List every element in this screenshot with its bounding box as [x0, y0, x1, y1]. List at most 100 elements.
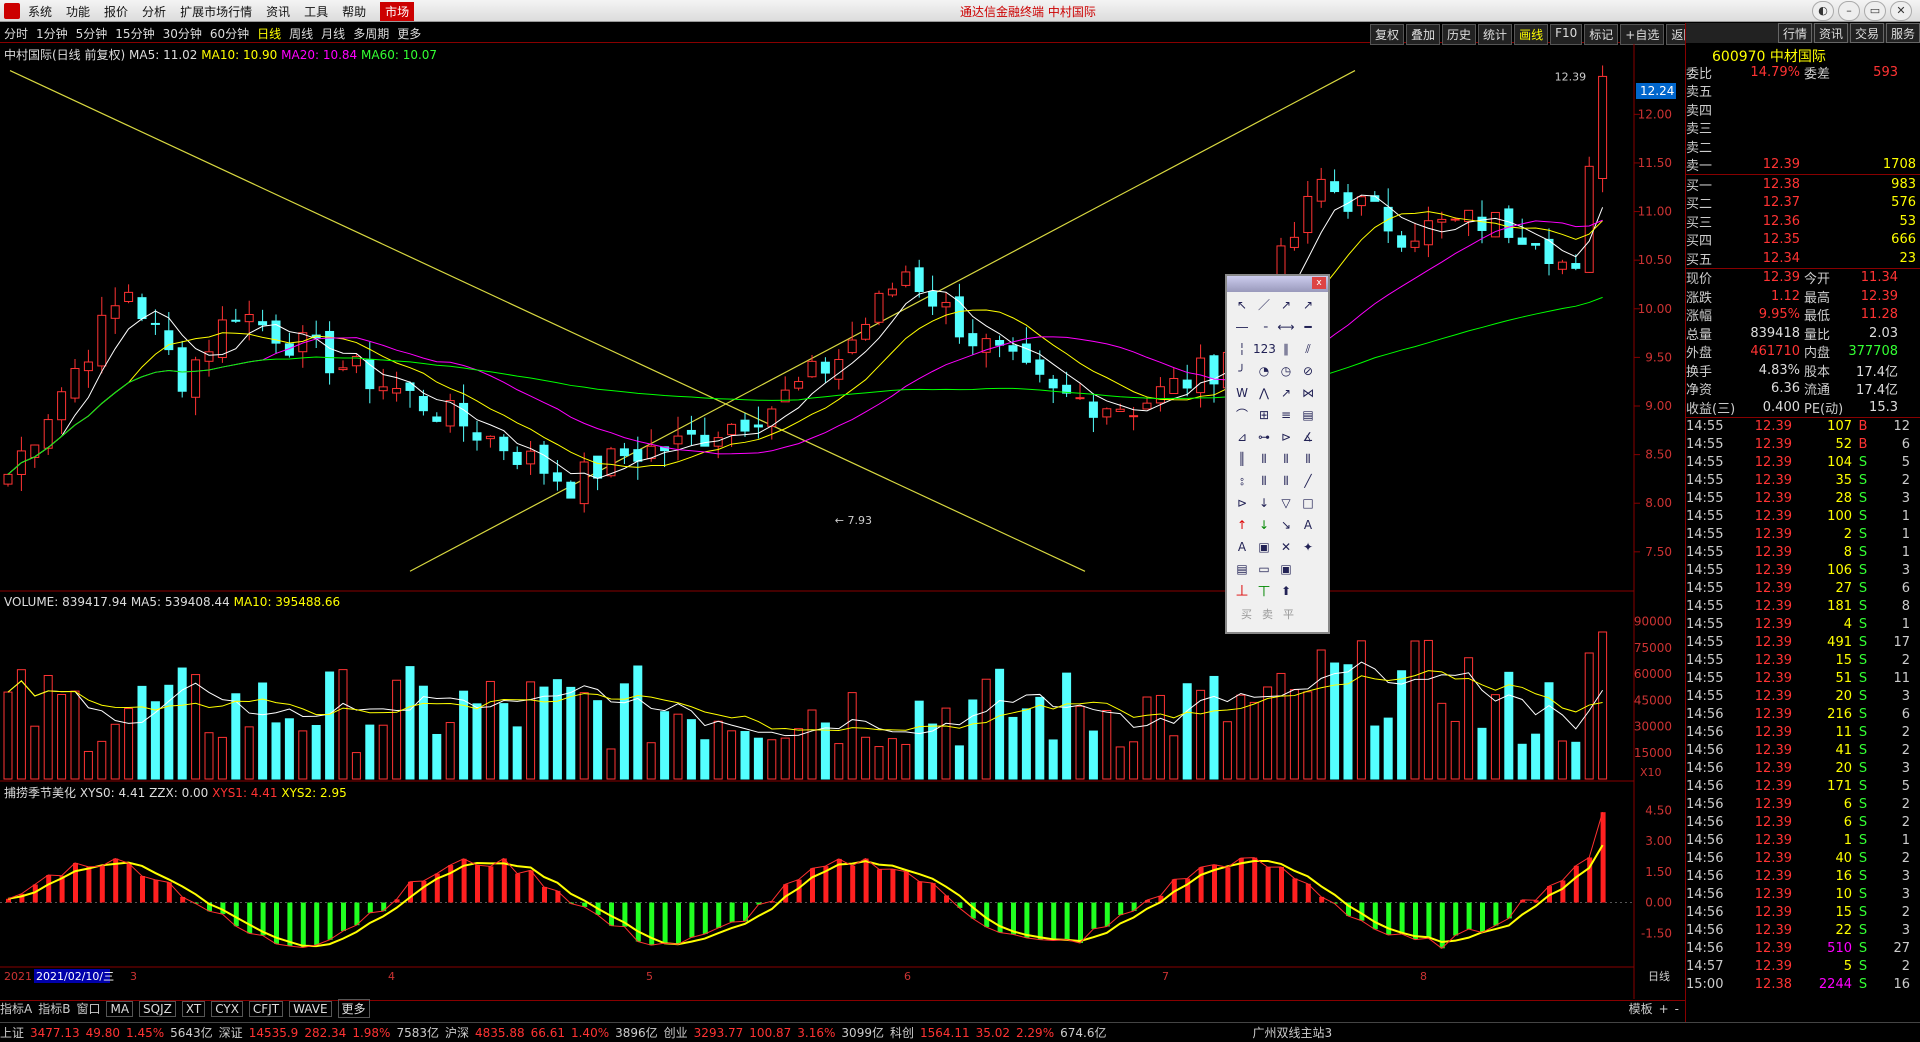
bulb-icon[interactable]: ✦ — [1297, 536, 1319, 558]
tool-button-3[interactable]: 统计 — [1478, 24, 1513, 45]
slope-icon[interactable]: ╱ — [1297, 470, 1319, 492]
mountain-icon[interactable]: ⌒ — [1231, 404, 1253, 426]
sidebar-tab-0[interactable]: 行情 — [1777, 23, 1812, 43]
vline-icon[interactable]: ╎ — [1231, 338, 1253, 360]
downarrow-icon[interactable]: ↓ — [1253, 492, 1275, 514]
flag-icon[interactable]: ⬆ — [1275, 580, 1297, 602]
zigzag-icon[interactable]: ⋀ — [1253, 382, 1275, 404]
period-tab-1[interactable]: 1分钟 — [36, 25, 68, 42]
restore-icon[interactable]: ▭ — [1864, 1, 1886, 21]
trend-icon[interactable]: ↗ — [1275, 382, 1297, 404]
cursor-icon[interactable]: ↖ — [1231, 294, 1253, 316]
period-tab-2[interactable]: 5分钟 — [76, 25, 108, 42]
fanline-icon[interactable]: ⊶ — [1253, 426, 1275, 448]
wave123-icon[interactable]: 123 — [1253, 338, 1276, 360]
menu-info[interactable]: 资讯 — [266, 3, 290, 20]
tool-button-2[interactable]: 历史 — [1442, 24, 1477, 45]
gann-icon[interactable]: ▤ — [1297, 404, 1319, 426]
tool-button-4[interactable]: 画线 — [1514, 24, 1549, 45]
template-button-0[interactable]: 模板 — [1629, 1000, 1653, 1017]
channel-icon[interactable]: ⫽ — [1297, 338, 1319, 360]
fib-icon[interactable]: ≡ — [1275, 404, 1297, 426]
indicator-tab-8[interactable]: WAVE — [289, 1000, 332, 1017]
sector-icon[interactable]: ⊘ — [1297, 360, 1319, 382]
fan2-icon[interactable]: ⊳ — [1231, 492, 1253, 514]
minimize-icon[interactable]: – — [1838, 1, 1860, 21]
template-button-2[interactable]: - — [1675, 1002, 1679, 1016]
w-icon[interactable]: W — [1231, 382, 1253, 404]
arc-icon[interactable]: ╯ — [1231, 360, 1253, 382]
rect-icon[interactable]: □ — [1297, 492, 1319, 514]
index-name[interactable]: 上证 — [0, 1024, 24, 1041]
period-tab-7[interactable]: 周线 — [289, 25, 313, 42]
indicator-tab-4[interactable]: SQJZ — [139, 1000, 176, 1017]
indicator-tab-0[interactable]: 指标A — [0, 1000, 32, 1017]
indicator-tab-3[interactable]: MA — [106, 1000, 134, 1017]
table-icon[interactable]: ▤ — [1231, 558, 1253, 580]
period-tab-8[interactable]: 月线 — [321, 25, 345, 42]
flat-mark[interactable]: 平 — [1283, 606, 1294, 622]
line-icon[interactable]: ／ — [1253, 294, 1275, 316]
arrow-icon[interactable]: ↗ — [1297, 294, 1319, 316]
hseg-icon[interactable]: ━ — [1297, 316, 1319, 338]
bars2-icon[interactable]: ⦀ — [1253, 470, 1275, 492]
tool-button-0[interactable]: 复权 — [1370, 24, 1405, 45]
period-tab-0[interactable]: 分时 — [4, 25, 28, 42]
down-green-icon[interactable]: ↓ — [1253, 514, 1275, 536]
m-icon[interactable]: ⋈ — [1297, 382, 1319, 404]
parallel-icon[interactable]: ∥ — [1275, 338, 1297, 360]
range-icon[interactable]: ⟷ — [1275, 316, 1297, 338]
buy-mark[interactable]: 买 — [1241, 606, 1252, 622]
bars-icon[interactable]: ⦀ — [1253, 448, 1275, 470]
sidebar-tab-2[interactable]: 交易 — [1849, 23, 1884, 43]
cycle-icon[interactable]: ║ — [1231, 448, 1253, 470]
dots-icon[interactable]: ⦂ — [1231, 470, 1253, 492]
box-icon[interactable]: ⊞ — [1253, 404, 1275, 426]
indicator-tab-5[interactable]: XT — [181, 1000, 206, 1017]
barsv-icon[interactable]: ⦀ — [1275, 448, 1297, 470]
period-tab-9[interactable]: 多周期 — [353, 25, 389, 42]
index-name[interactable]: 科创 — [890, 1024, 914, 1041]
menu-analysis[interactable]: 分析 — [142, 3, 166, 20]
cross-icon[interactable]: ✕ — [1275, 536, 1297, 558]
index-name[interactable]: 创业 — [664, 1024, 688, 1041]
period-tab-6[interactable]: 日线 — [257, 25, 281, 42]
index-name[interactable]: 深证 — [219, 1024, 243, 1041]
hline-icon[interactable]: ― — [1231, 316, 1253, 338]
note-icon[interactable]: ▣ — [1275, 558, 1297, 580]
label-icon[interactable]: A — [1231, 536, 1253, 558]
sell-mark[interactable]: 卖 — [1262, 606, 1273, 622]
close-icon[interactable]: x — [1312, 277, 1326, 289]
ray-icon[interactable]: ↗ — [1275, 294, 1297, 316]
period-tab-3[interactable]: 15分钟 — [115, 25, 154, 42]
bars3-icon[interactable]: ⦀ — [1275, 470, 1297, 492]
tool-button-7[interactable]: +自选 — [1620, 24, 1665, 45]
clock-icon[interactable]: ◷ — [1275, 360, 1297, 382]
menu-quote[interactable]: 报价 — [104, 3, 128, 20]
tool-button-6[interactable]: 标记 — [1584, 24, 1619, 45]
menu-tools[interactable]: 工具 — [304, 3, 328, 20]
skin-icon[interactable]: ◐ — [1812, 1, 1834, 21]
rect2-icon[interactable]: ▭ — [1253, 558, 1275, 580]
triangle-icon[interactable]: ▽ — [1275, 492, 1297, 514]
sell-icon[interactable]: ↘ — [1275, 514, 1297, 536]
period-tab-4[interactable]: 30分钟 — [163, 25, 202, 42]
segment-icon[interactable]: ╶ — [1253, 316, 1275, 338]
indicator-tab-7[interactable]: CFJT — [248, 1000, 284, 1017]
speed-icon[interactable]: ⊳ — [1275, 426, 1297, 448]
text-icon[interactable]: A — [1297, 514, 1319, 536]
indicator-tab-9[interactable]: 更多 — [337, 999, 370, 1018]
period-tab-10[interactable]: 更多 — [397, 25, 421, 42]
menu-function[interactable]: 功能 — [66, 3, 90, 20]
up-red-icon[interactable]: ↑ — [1231, 514, 1253, 536]
kline-chart[interactable]: 12.00 11.50 11.00 10.50 10.00 9.50 9.00 8.50 8.0… — [0, 44, 1685, 999]
close-icon[interactable]: ✕ — [1890, 1, 1912, 21]
down-mark-icon[interactable]: 丅 — [1253, 580, 1275, 602]
sidebar-tab-1[interactable]: 资讯 — [1813, 23, 1848, 43]
menu-help[interactable]: 帮助 — [342, 3, 366, 20]
blank2-icon[interactable] — [1297, 580, 1319, 602]
gray-icon[interactable]: ▣ — [1253, 536, 1275, 558]
index-name[interactable]: 沪深 — [445, 1024, 469, 1041]
tool-button-5[interactable]: F10 — [1550, 24, 1583, 45]
circle-icon[interactable]: ◔ — [1253, 360, 1275, 382]
